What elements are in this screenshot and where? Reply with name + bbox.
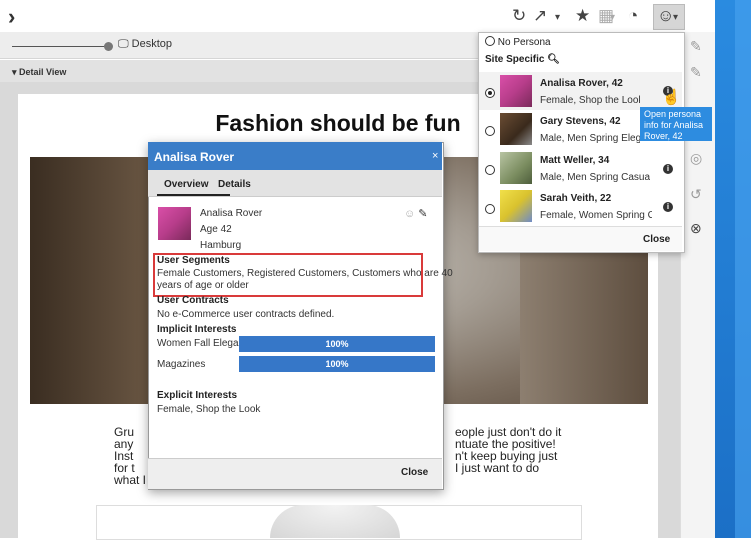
- zoom-slider-handle[interactable]: [104, 42, 113, 51]
- interest-label: Magazines: [157, 359, 206, 370]
- radio-persona[interactable]: [485, 88, 495, 98]
- interest-label: Women Fall Elegant: [157, 338, 247, 349]
- star-icon[interactable]: ★: [575, 6, 590, 26]
- persona-thumbnail: [500, 190, 532, 222]
- close-icon[interactable]: ×: [432, 150, 438, 162]
- chevron-down-icon[interactable]: ▾: [555, 12, 560, 23]
- globe-icon[interactable]: ◎: [690, 150, 702, 167]
- sync-icon[interactable]: ↺: [690, 186, 702, 203]
- triangle-down-icon: ▾: [12, 67, 17, 77]
- persona-thumbnail: [500, 75, 532, 107]
- site-specific-header: Site Specific 🔍︎: [485, 54, 560, 65]
- radio-persona[interactable]: [485, 165, 495, 175]
- chevron-down-icon: ▾: [673, 12, 679, 23]
- persona-age: Age 42: [200, 224, 232, 235]
- user-icon[interactable]: ☺: [404, 208, 415, 220]
- persona-description: Female, Shop the Look: [540, 95, 640, 106]
- globe-remove-icon[interactable]: ⊗: [690, 220, 702, 237]
- persona-name: Sarah Veith, 22: [540, 193, 612, 204]
- active-tab-indicator: [157, 194, 230, 196]
- interest-bar: 100%: [239, 356, 435, 372]
- persona-icon: ☺: [657, 6, 675, 25]
- chevron-down-icon[interactable]: ▾: [610, 12, 615, 23]
- dialog-close-button[interactable]: Close: [401, 467, 428, 478]
- dialog-footer: [148, 458, 442, 489]
- radio-persona[interactable]: [485, 126, 495, 136]
- persona-name: Matt Weller, 34: [540, 155, 610, 166]
- desktop-background-highlight: [735, 0, 751, 538]
- persona-name: Analisa Rover, 42: [540, 78, 623, 89]
- highlight-box: [153, 253, 423, 297]
- avatar: [158, 207, 191, 240]
- reload-icon[interactable]: ↻: [512, 6, 526, 26]
- interest-bar: 100%: [239, 336, 435, 352]
- dropdown-close-button[interactable]: Close: [643, 234, 670, 245]
- search-icon[interactable]: 🔍︎: [547, 54, 560, 65]
- edit-disabled-icon[interactable]: ✎: [690, 64, 702, 81]
- persona-info-tooltip: Open persona info for Analisa Rover, 42: [640, 107, 712, 141]
- open-external-icon[interactable]: ↗: [533, 6, 547, 26]
- detail-view-toggle[interactable]: ▾ Detail View: [12, 67, 66, 78]
- clock-icon[interactable]: ◔: [628, 6, 638, 26]
- no-persona-option[interactable]: No Persona: [485, 36, 551, 48]
- edit-pencil-icon[interactable]: ✎: [418, 208, 427, 220]
- device-label[interactable]: 🖵 Desktop: [118, 38, 172, 51]
- persona-description: Female, Women Spring Ca...: [540, 210, 652, 221]
- persona-thumbnail: [500, 152, 532, 184]
- persona-description: Male, Men Spring Casual: [540, 172, 650, 183]
- implicit-interests-heading: Implicit Interests: [157, 324, 237, 335]
- persona-actions: ☺ ✎: [404, 207, 428, 220]
- monitor-icon: 🖵: [118, 38, 129, 50]
- radio-persona[interactable]: [485, 204, 495, 214]
- user-contracts-text: No e-Commerce user contracts defined.: [157, 309, 335, 320]
- body-line: I just want to do: [455, 461, 540, 475]
- product-image: [270, 505, 400, 538]
- hand-cursor-icon: ☝: [662, 89, 681, 106]
- explicit-interests-text: Female, Shop the Look: [157, 404, 261, 415]
- radio-no-persona[interactable]: [485, 36, 495, 46]
- persona-city: Hamburg: [200, 240, 242, 251]
- persona-description: Male, Men Spring Elegant: [540, 133, 640, 144]
- explicit-interests-heading: Explicit Interests: [157, 390, 238, 401]
- persona-name: Gary Stevens, 42: [540, 116, 621, 127]
- tab-overview[interactable]: Overview: [164, 179, 208, 190]
- persona-thumbnail: [500, 113, 532, 145]
- dialog-title: Analisa Rover: [154, 150, 235, 164]
- hero-image-left: [30, 157, 160, 404]
- user-contracts-heading: User Contracts: [157, 295, 229, 306]
- tab-details[interactable]: Details: [218, 179, 251, 190]
- zoom-slider-track[interactable]: [12, 46, 110, 47]
- expand-chevron-icon[interactable]: ›: [8, 4, 15, 30]
- persona-name: Analisa Rover: [200, 208, 263, 219]
- info-icon[interactable]: i: [663, 164, 673, 174]
- info-icon[interactable]: i: [663, 202, 673, 212]
- edit-pencil-icon[interactable]: ✎: [690, 38, 702, 55]
